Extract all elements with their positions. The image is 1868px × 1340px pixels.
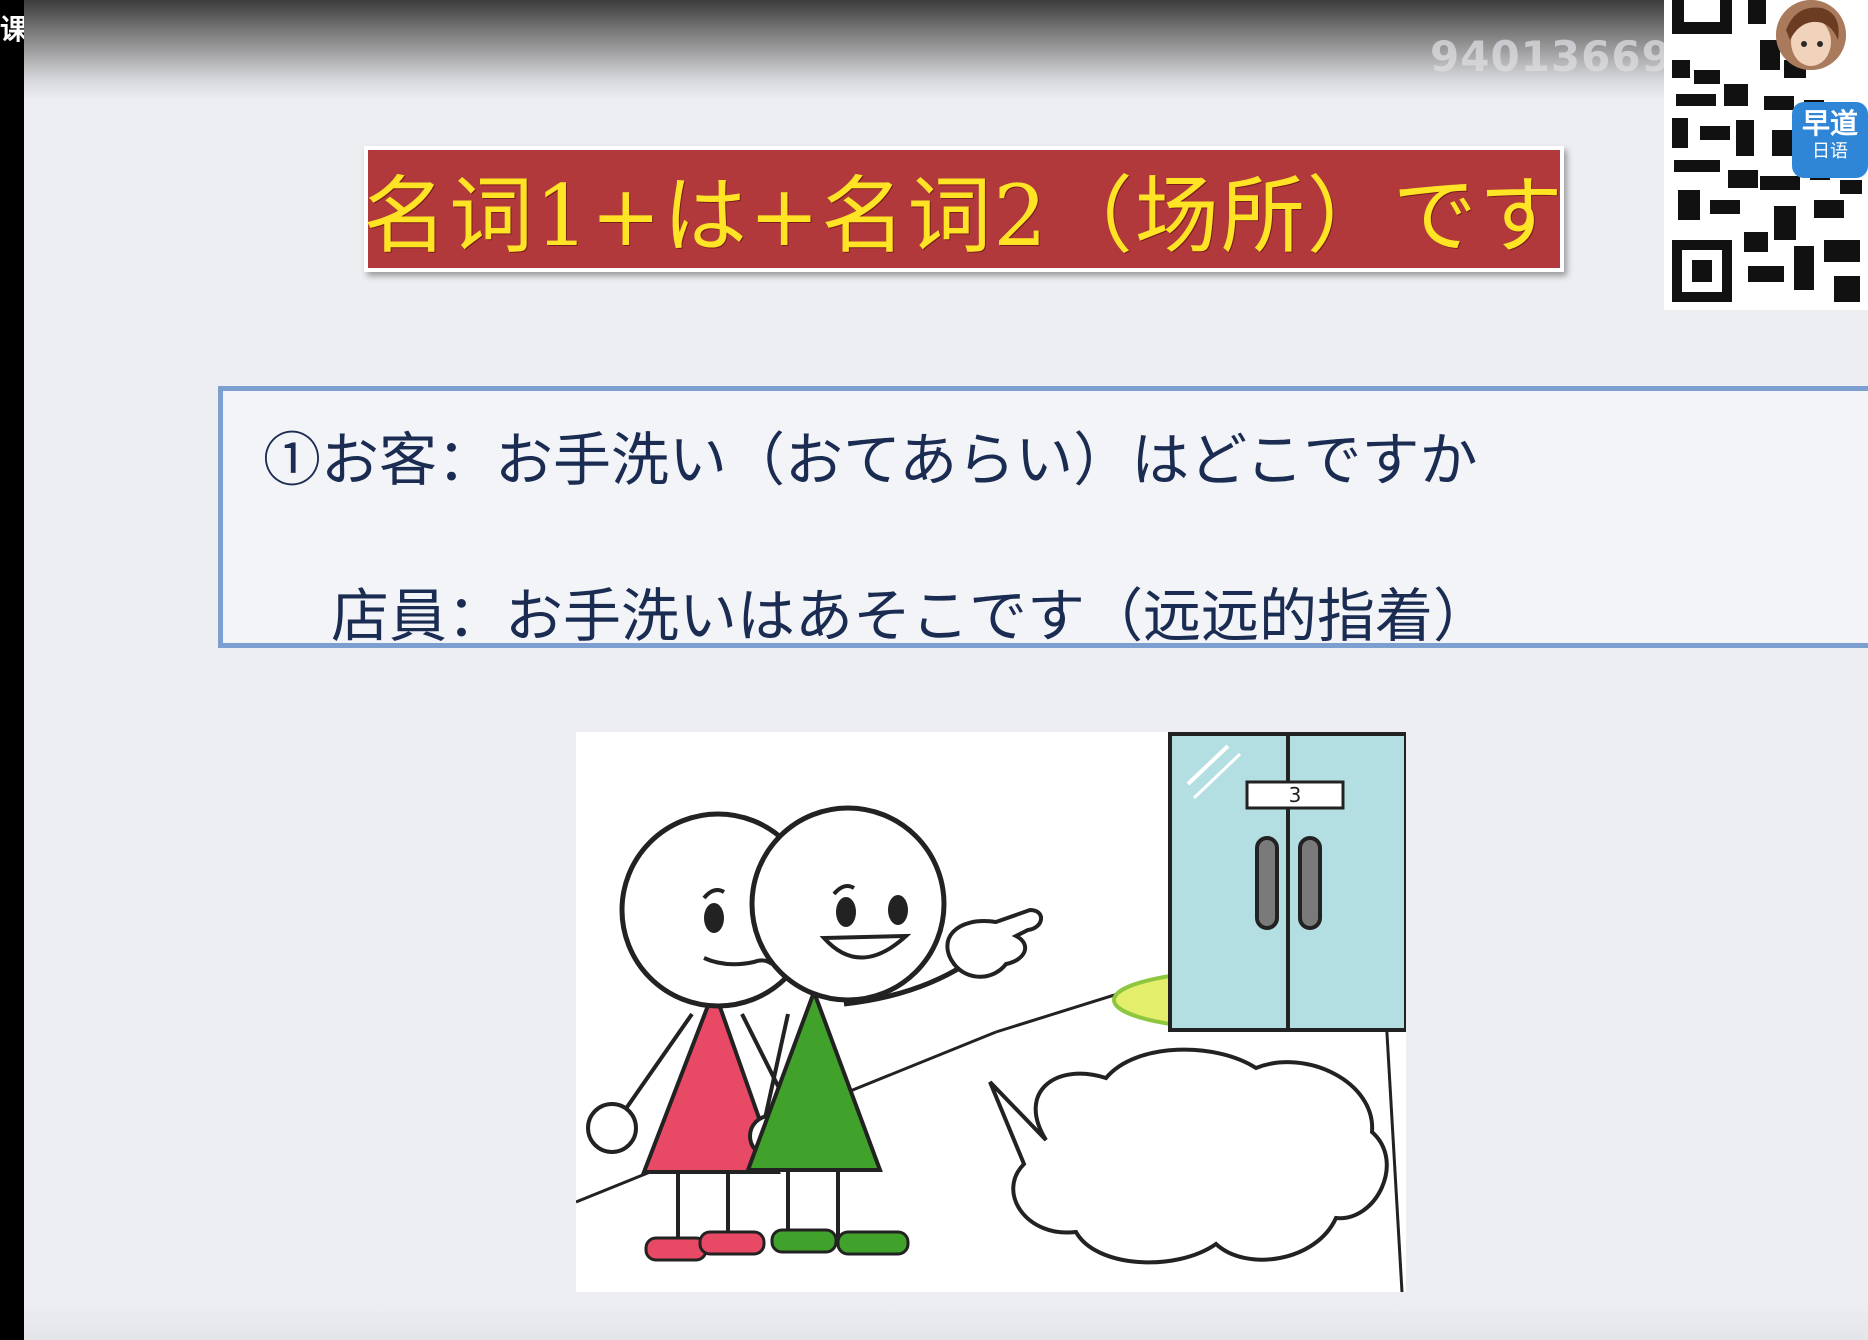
lesson-slide: 9401366987 名词1+は+名词2（场所）です ①お客：お手洗い（おてあら…: [24, 0, 1868, 1340]
user-avatar-icon[interactable]: [1776, 0, 1846, 70]
dialogue-box: ①お客：お手洗い（おてあらい）はどこですか 店員：お手洗いはあそこです（远远的指…: [218, 386, 1868, 650]
left-panel-strip: 课: [0, 0, 24, 1340]
avatar-image: [1776, 0, 1846, 70]
restroom-illustration: 3: [575, 732, 1408, 1293]
dialogue-line-staff: 店員：お手洗いはあそこです（远远的指着）: [331, 582, 1492, 650]
brand-badge: 早道 日语: [1792, 102, 1868, 178]
speech-bubble: [988, 1047, 1389, 1265]
slide-title: 名词1+は+名词2（场所）です: [363, 166, 1565, 265]
illustration-svg: 3: [575, 732, 1408, 1293]
dialogue-line-customer: ①お客：お手洗い（おてあらい）はどこですか: [263, 426, 1478, 494]
left-panel-label: 课: [0, 13, 24, 46]
restroom-door-icon: 3: [1168, 732, 1408, 1032]
bottom-shade: [24, 1300, 1868, 1340]
door-number: 3: [1289, 783, 1302, 807]
title-banner: 名词1+は+名词2（场所）です: [363, 146, 1565, 272]
brand-subtitle: 日语: [1812, 141, 1848, 162]
brand-name: 早道: [1801, 107, 1858, 140]
video-frame: 课 9401366987 名词1+は+名词2（场所）です ①お客：お手洗い（おて…: [0, 0, 1868, 1340]
